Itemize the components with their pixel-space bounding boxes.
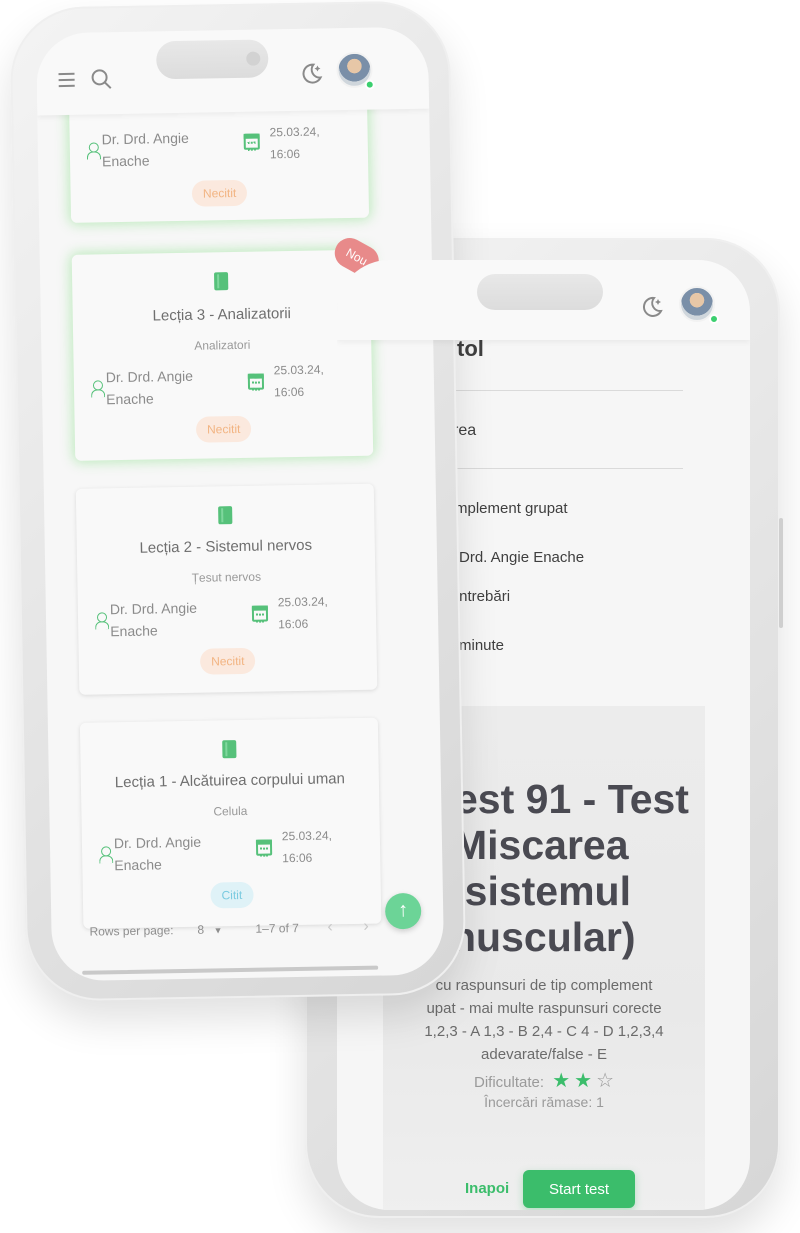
attempts-left: Încercări rămase: 1 <box>484 1094 604 1110</box>
lesson-date: 25.03.24, 16:06 <box>274 358 345 403</box>
dynamic-island <box>477 274 603 310</box>
date-line: 25.03.24, <box>281 828 333 844</box>
author-line: Enache <box>101 152 150 170</box>
date-line: 16:06 <box>282 850 313 866</box>
online-indicator <box>364 79 375 90</box>
pagination-range: 1–7 of 7 <box>255 921 299 936</box>
lesson-title: Lecția 2 - Sistemul nervos <box>139 536 313 557</box>
date-line: 16:06 <box>273 384 305 400</box>
star-filled-icon: ★ <box>574 1070 593 1092</box>
status-badge: Citit <box>210 881 254 909</box>
author-line: Dr. Drd. Angie <box>113 833 202 852</box>
moon-icon[interactable] <box>639 294 665 324</box>
lesson-author: Dr. Drd. Angie Enache <box>106 365 207 411</box>
person-icon <box>87 142 99 160</box>
moon-icon[interactable] <box>298 60 325 90</box>
difficulty-row: Dificultate: ★ ★ ☆ <box>383 1068 705 1093</box>
test-title-line: est 91 - Test <box>455 776 689 822</box>
star-empty-icon: ☆ <box>596 1070 614 1092</box>
menu-icon[interactable] <box>56 71 76 93</box>
lesson-date: 25.03.24, 16:06 <box>278 590 349 635</box>
rows-per-page-label: Rows per page: <box>89 923 174 939</box>
dynamic-island <box>155 39 269 80</box>
lesson-subtitle: Țesut nervos <box>191 569 262 585</box>
lesson-author: Dr. Drd. Angie Enache <box>101 127 202 173</box>
difficulty-stars: ★ ★ ☆ <box>548 1070 614 1092</box>
lesson-author: Dr. Drd. Angie Enache <box>114 830 215 876</box>
author-line: Dr. Drd. Angie <box>105 367 194 386</box>
difficulty-label: Dificultate: <box>473 1074 545 1091</box>
description-line: upat - mai multe raspunsuri corecte <box>426 1000 662 1017</box>
test-author: Drd. Angie Enache <box>459 549 585 566</box>
test-type: mplement grupat <box>455 500 568 517</box>
date-line: 16:06 <box>269 146 301 162</box>
lesson-subtitle: Analizatori <box>194 337 251 353</box>
date-line: 25.03.24, <box>277 594 328 610</box>
star-filled-icon: ★ <box>552 1070 571 1092</box>
description-line: adevarate/false - E <box>481 1046 607 1063</box>
lesson-date: 25.03.24, 16:06 <box>269 120 340 165</box>
author-line: Enache <box>106 390 154 408</box>
calendar-icon <box>243 133 260 150</box>
description-line: 1,2,3 - A 1,3 - B 2,4 - C 4 - D 1,2,3,4 <box>424 1023 664 1040</box>
home-indicator <box>82 965 379 975</box>
calendar-icon <box>247 373 265 390</box>
camera-dot <box>246 51 261 66</box>
time-limit: minute <box>459 637 505 654</box>
date-line: 25.03.24, <box>269 124 320 140</box>
person-icon <box>91 380 103 398</box>
divider <box>447 390 683 391</box>
search-icon[interactable] <box>90 68 112 94</box>
book-icon <box>222 740 237 759</box>
author-line: Dr. Drd. Angie <box>101 129 189 148</box>
lesson-card[interactable]: Lecția 1 - Alcătuirea corpului uman Celu… <box>79 717 382 929</box>
lesson-title: Lecția 1 - Alcătuirea corpului uman <box>114 770 346 792</box>
date-line: 16:06 <box>278 616 309 632</box>
top-bar <box>337 260 750 340</box>
top-bar <box>35 26 430 116</box>
author-line: Enache <box>110 622 158 640</box>
status-badge: Necitit <box>199 647 256 675</box>
question-count: întrebări <box>455 588 511 605</box>
front-phone-screen: Dr. Drd. Angie Enache 25.03.24, 16:06 Ne… <box>35 26 445 982</box>
date-line: 25.03.24, <box>273 362 324 378</box>
calendar-icon <box>251 605 269 622</box>
next-page-icon[interactable]: › <box>363 918 369 936</box>
pagination: Rows per page: 8 ▼ 1–7 of 7 ‹ › <box>51 906 444 953</box>
test-title-line: Miscarea <box>453 822 629 868</box>
lesson-card[interactable]: Lecția 2 - Sistemul nervos Țesut nervos … <box>75 483 378 695</box>
test-description: cu raspunsuri de tip complement upat - m… <box>383 974 705 1066</box>
back-button[interactable]: Inapoi <box>465 1180 509 1197</box>
lesson-card[interactable]: Nou Lecția 3 - Analizatorii Analizatori … <box>71 232 385 461</box>
book-icon <box>214 272 229 291</box>
online-indicator <box>709 314 719 324</box>
rows-per-page-value: 8 <box>197 922 205 937</box>
book-icon <box>218 506 233 525</box>
status-badge: Necitit <box>191 179 248 207</box>
status-badge: Necitit <box>195 415 252 443</box>
person-icon <box>95 612 107 630</box>
dropdown-arrow-icon: ▼ <box>213 925 223 936</box>
lesson-title: Lecția 3 - Analizatorii <box>152 305 292 325</box>
lesson-subtitle: Celula <box>213 803 248 819</box>
start-test-button[interactable]: Start test <box>523 1170 635 1208</box>
rows-per-page-select[interactable]: 8 ▼ <box>197 922 223 937</box>
divider <box>447 468 683 469</box>
author-line: Enache <box>114 856 162 874</box>
author-line: Dr. Drd. Angie <box>109 599 198 618</box>
front-phone: Dr. Drd. Angie Enache 25.03.24, 16:06 Ne… <box>9 0 467 1002</box>
test-title-line: (sistemul <box>451 868 631 914</box>
side-button <box>779 518 783 628</box>
person-icon <box>99 846 111 864</box>
calendar-icon <box>255 839 273 856</box>
lesson-author: Dr. Drd. Angie Enache <box>110 597 211 643</box>
test-title-line: nuscular) <box>451 914 636 960</box>
prev-page-icon[interactable]: ‹ <box>327 918 333 936</box>
lesson-date: 25.03.24, 16:06 <box>282 824 353 869</box>
